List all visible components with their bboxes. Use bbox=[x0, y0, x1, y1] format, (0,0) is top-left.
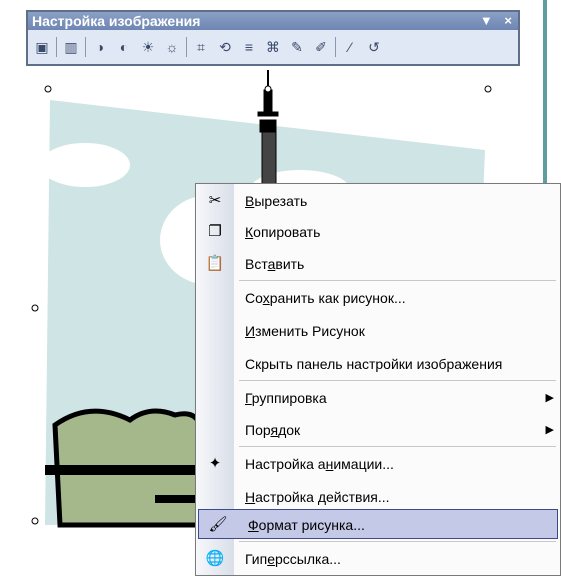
color-icon[interactable]: ▥ bbox=[61, 37, 81, 57]
menu-item-4[interactable]: Сохранить как рисунок... bbox=[196, 283, 560, 313]
menu-item-label: Скрыть панель настройки изображения bbox=[245, 356, 503, 372]
reset-picture-icon[interactable]: ↺ bbox=[364, 37, 384, 57]
format-picture-icon: 🖌 bbox=[208, 516, 228, 533]
less-brightness-icon[interactable]: ☼ bbox=[162, 37, 182, 57]
toolbar-title-bar[interactable]: Настройка изображения ▼ × bbox=[28, 12, 518, 30]
menu-item-8[interactable]: Порядок ▶ bbox=[196, 415, 560, 445]
crop-icon[interactable]: ⌗ bbox=[191, 37, 211, 57]
set-transparent-color-icon[interactable]: ⁄ bbox=[340, 37, 360, 57]
compress-icon[interactable]: ⌘ bbox=[263, 37, 283, 57]
submenu-arrow-icon: ▶ bbox=[545, 392, 554, 404]
menu-item-7[interactable]: Группировка ▶ bbox=[196, 383, 560, 413]
insert-picture-icon[interactable]: ▣ bbox=[32, 37, 52, 57]
recolor-icon[interactable]: ✎ bbox=[287, 37, 307, 57]
menu-separator bbox=[239, 380, 556, 381]
toolbar-close-button[interactable]: × bbox=[504, 13, 512, 28]
toolbar-separator bbox=[335, 37, 336, 57]
toolbar-separator bbox=[186, 37, 187, 57]
picture-toolbar: Настройка изображения ▼ × ▣ ▥ ◑ ◐ ☀ ☼ ⌗ ⟲ ≡ ⌘ ✎ ✐ ⁄ ↺ bbox=[26, 10, 520, 66]
menu-item-label: Формат рисунка... bbox=[248, 517, 365, 533]
copy-icon: ❐ bbox=[208, 223, 222, 240]
menu-item-9[interactable]: ✦ Настройка анимации... bbox=[196, 449, 560, 479]
toolbar-separator bbox=[56, 37, 57, 57]
scissors-icon: ✂ bbox=[208, 192, 222, 209]
menu-item-label: Настройка действия... bbox=[245, 489, 390, 505]
menu-item-label: Копировать bbox=[245, 224, 321, 240]
submenu-arrow-icon: ▶ bbox=[545, 424, 554, 436]
toolbar-separator bbox=[85, 37, 86, 57]
toolbar-icons: ▣ ▥ ◑ ◐ ☀ ☼ ⌗ ⟲ ≡ ⌘ ✎ ✐ ⁄ ↺ bbox=[28, 30, 518, 64]
rotate-icon[interactable]: ⟲ bbox=[215, 37, 235, 57]
format-picture-icon[interactable]: ✐ bbox=[311, 37, 331, 57]
more-contrast-icon[interactable]: ◑ bbox=[90, 37, 110, 57]
context-menu: ✂ Вырезать ❐ Копировать 📋 Вставить Сохранить к… bbox=[195, 183, 561, 576]
toolbar-options-button[interactable]: ▼ bbox=[480, 13, 493, 28]
menu-item-label: Настройка анимации... bbox=[245, 456, 394, 472]
hyperlink-icon: 🌐 bbox=[205, 550, 225, 567]
line-style-icon[interactable]: ≡ bbox=[239, 37, 259, 57]
menu-item-10[interactable]: Настройка действия... bbox=[196, 482, 560, 512]
menu-item-11[interactable]: 🖌 Формат рисунка... bbox=[198, 509, 558, 539]
toolbar-title: Настройка изображения bbox=[32, 13, 201, 29]
menu-item-label: Изменить Рисунок bbox=[245, 323, 365, 339]
menu-item-label: Вырезать bbox=[245, 193, 308, 209]
less-contrast-icon[interactable]: ◐ bbox=[114, 37, 134, 57]
menu-item-label: Порядок bbox=[245, 422, 301, 438]
ground-line bbox=[45, 465, 205, 475]
menu-item-1[interactable]: ✂ Вырезать bbox=[196, 186, 560, 216]
more-brightness-icon[interactable]: ☀ bbox=[138, 37, 158, 57]
menu-item-6[interactable]: Скрыть панель настройки изображения bbox=[196, 349, 560, 379]
paste-icon: 📋 bbox=[205, 255, 225, 272]
menu-item-label: Гиперссылка... bbox=[245, 551, 341, 567]
menu-item-3[interactable]: 📋 Вставить bbox=[196, 249, 560, 279]
menu-separator bbox=[239, 541, 556, 542]
menu-item-12[interactable]: 🌐 Гиперссылка... bbox=[196, 544, 560, 574]
menu-item-label: Группировка bbox=[245, 390, 327, 406]
menu-item-5[interactable]: Изменить Рисунок bbox=[196, 316, 560, 346]
menu-item-label: Сохранить как рисунок... bbox=[245, 290, 406, 306]
menu-item-label: Вставить bbox=[245, 256, 305, 272]
menu-separator bbox=[239, 446, 556, 447]
menu-separator bbox=[239, 280, 556, 281]
menu-item-2[interactable]: ❐ Копировать bbox=[196, 217, 560, 247]
animation-icon: ✦ bbox=[208, 455, 222, 472]
